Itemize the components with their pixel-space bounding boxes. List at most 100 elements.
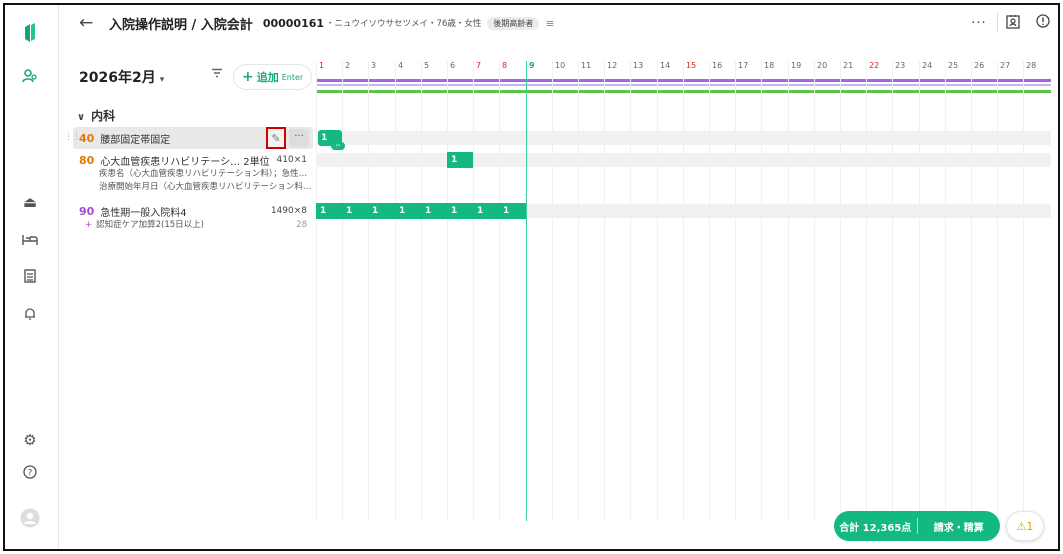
day-gridline [552, 61, 553, 521]
add-shortcut: Enter [281, 72, 304, 82]
patient-search-icon[interactable] [19, 65, 41, 87]
day-header[interactable]: 18 [761, 61, 774, 77]
day-header[interactable]: 3 [368, 61, 376, 77]
day-gridline [316, 61, 317, 521]
warning-count-button[interactable]: ⚠1 [1006, 511, 1044, 541]
plus-icon: + [85, 220, 93, 230]
day-header[interactable]: 10 [552, 61, 565, 77]
sidebar: ⏏ ⚙ ? [5, 5, 59, 549]
month-selector[interactable]: 2026年2月 ▾ [79, 67, 164, 87]
order-cell[interactable]: 1 [368, 203, 395, 219]
order-quantity: 1490×8 [270, 206, 307, 216]
bed-icon[interactable] [19, 229, 41, 251]
day-gridline [1023, 61, 1024, 521]
row-more-button[interactable]: ··· [289, 129, 309, 147]
user-avatar-icon[interactable] [19, 507, 41, 529]
order-row[interactable]: 90 急性期一般入院料4 1490×8 + 認知症ケア加算2(15日以上) 28 [73, 204, 313, 236]
day-gridline [840, 61, 841, 521]
day-gridline [447, 61, 448, 521]
filter-icon[interactable] [211, 67, 223, 82]
day-header[interactable]: 23 [892, 61, 905, 77]
order-name: 急性期一般入院料4 [100, 208, 187, 219]
day-header[interactable]: 19 [788, 61, 801, 77]
day-header[interactable]: 21 [840, 61, 853, 77]
add-order-button[interactable]: + 追加 Enter [233, 64, 313, 90]
app-logo-icon[interactable] [19, 22, 41, 44]
app-window: ⏏ ⚙ ? ← 入院操作説明 / 入院会計 00000161 ・ニュウイソウサセ… [3, 3, 1060, 551]
patient-id: 00000161 [262, 16, 325, 30]
billing-button[interactable]: 請求・精算 [918, 519, 1001, 534]
patient-card-icon[interactable] [998, 14, 1028, 33]
day-gridline [997, 61, 998, 521]
day-gridline [368, 61, 369, 521]
day-header[interactable]: 28 [1023, 61, 1036, 77]
day-header[interactable]: 20 [814, 61, 827, 77]
day-header[interactable]: 22 [866, 61, 879, 77]
help-icon[interactable]: ? [19, 461, 41, 483]
settings-gear-icon[interactable]: ⚙ [19, 429, 41, 451]
day-header[interactable]: 5 [421, 61, 429, 77]
order-cell[interactable]: 1 [395, 203, 422, 219]
category-header[interactable]: ∨ 内科 [77, 107, 115, 124]
day-header[interactable]: 13 [630, 61, 643, 77]
day-header[interactable]: 8 [499, 61, 507, 77]
order-cell[interactable]: 1 [499, 203, 526, 219]
day-gridline [735, 61, 736, 521]
order-row[interactable]: ⋮⋮ 40 腰部固定帯固定 ✎ ··· [64, 127, 313, 149]
order-quantity: 410×1 [276, 155, 307, 165]
plus-icon: + [242, 69, 254, 85]
day-gridline [421, 61, 422, 521]
order-row[interactable]: 80 心大血管疾患リハビリテーシ… 2単位 410×1 疾患名（心大血管疾患リハ… [73, 153, 313, 193]
back-arrow-icon[interactable]: ← [79, 13, 97, 33]
day-gridline [578, 61, 579, 521]
order-cell[interactable]: 1 [342, 203, 369, 219]
insurance-badge: 後期高齢者 [487, 16, 540, 30]
header-actions: ··· [961, 5, 1058, 41]
day-gridline [395, 61, 396, 521]
day-gridline [683, 61, 684, 521]
day-header[interactable]: 17 [735, 61, 748, 77]
day-header[interactable]: 1 [316, 61, 324, 77]
today-line [526, 61, 527, 521]
day-gridline [788, 61, 789, 521]
page-header: ← 入院操作説明 / 入院会計 00000161 ・ニュウイソウサセツメイ・76… [59, 5, 1058, 41]
list-document-icon[interactable] [19, 265, 41, 287]
drag-handle-icon[interactable]: ⋮⋮ [64, 132, 81, 142]
order-code: 40 [79, 131, 95, 145]
day-gridline [945, 61, 946, 521]
day-header[interactable]: 24 [919, 61, 932, 77]
day-header[interactable]: 9 [526, 61, 535, 77]
day-header[interactable]: 7 [473, 61, 481, 77]
day-header[interactable]: 25 [945, 61, 958, 77]
day-header[interactable]: 26 [971, 61, 984, 77]
day-header[interactable]: 11 [578, 61, 591, 77]
day-header[interactable]: 2 [342, 61, 350, 77]
order-cell[interactable]: 1 [447, 152, 473, 168]
order-detail: 疾患名（心大血管疾患リハビリテーション料）；急性… [99, 169, 308, 179]
day-gridline [499, 61, 500, 521]
order-code: 90 [79, 205, 95, 218]
order-cell[interactable]: 1 [316, 203, 343, 219]
day-header[interactable]: 6 [447, 61, 455, 77]
day-header[interactable]: 4 [395, 61, 403, 77]
day-header[interactable]: 14 [657, 61, 670, 77]
eject-icon[interactable]: ⏏ [19, 191, 41, 213]
order-calendar: 1 2 3 4 5 6 7 8 9 10 11 12 13 14 15 16 17 18 19 20 21 22 23 24 2… [316, 61, 1051, 521]
day-header[interactable]: 15 [683, 61, 696, 77]
day-gridline [866, 61, 867, 521]
day-gridline [342, 61, 343, 521]
more-menu-button[interactable]: ··· [961, 16, 997, 31]
day-gridline [814, 61, 815, 521]
bell-icon[interactable] [19, 303, 41, 325]
resize-handle-icon[interactable]: ‹› [331, 142, 345, 150]
info-alert-icon[interactable] [1028, 14, 1058, 32]
menu-lines-icon[interactable]: ≡ [545, 17, 554, 30]
order-cell[interactable]: 1 [447, 203, 474, 219]
order-cell[interactable]: 1 [473, 203, 500, 219]
order-cell[interactable]: 1 [421, 203, 448, 219]
day-header[interactable]: 27 [997, 61, 1010, 77]
day-gridline [473, 61, 474, 521]
day-header[interactable]: 16 [709, 61, 722, 77]
day-header[interactable]: 12 [604, 61, 617, 77]
edit-pencil-icon[interactable]: ✎ [266, 127, 286, 149]
